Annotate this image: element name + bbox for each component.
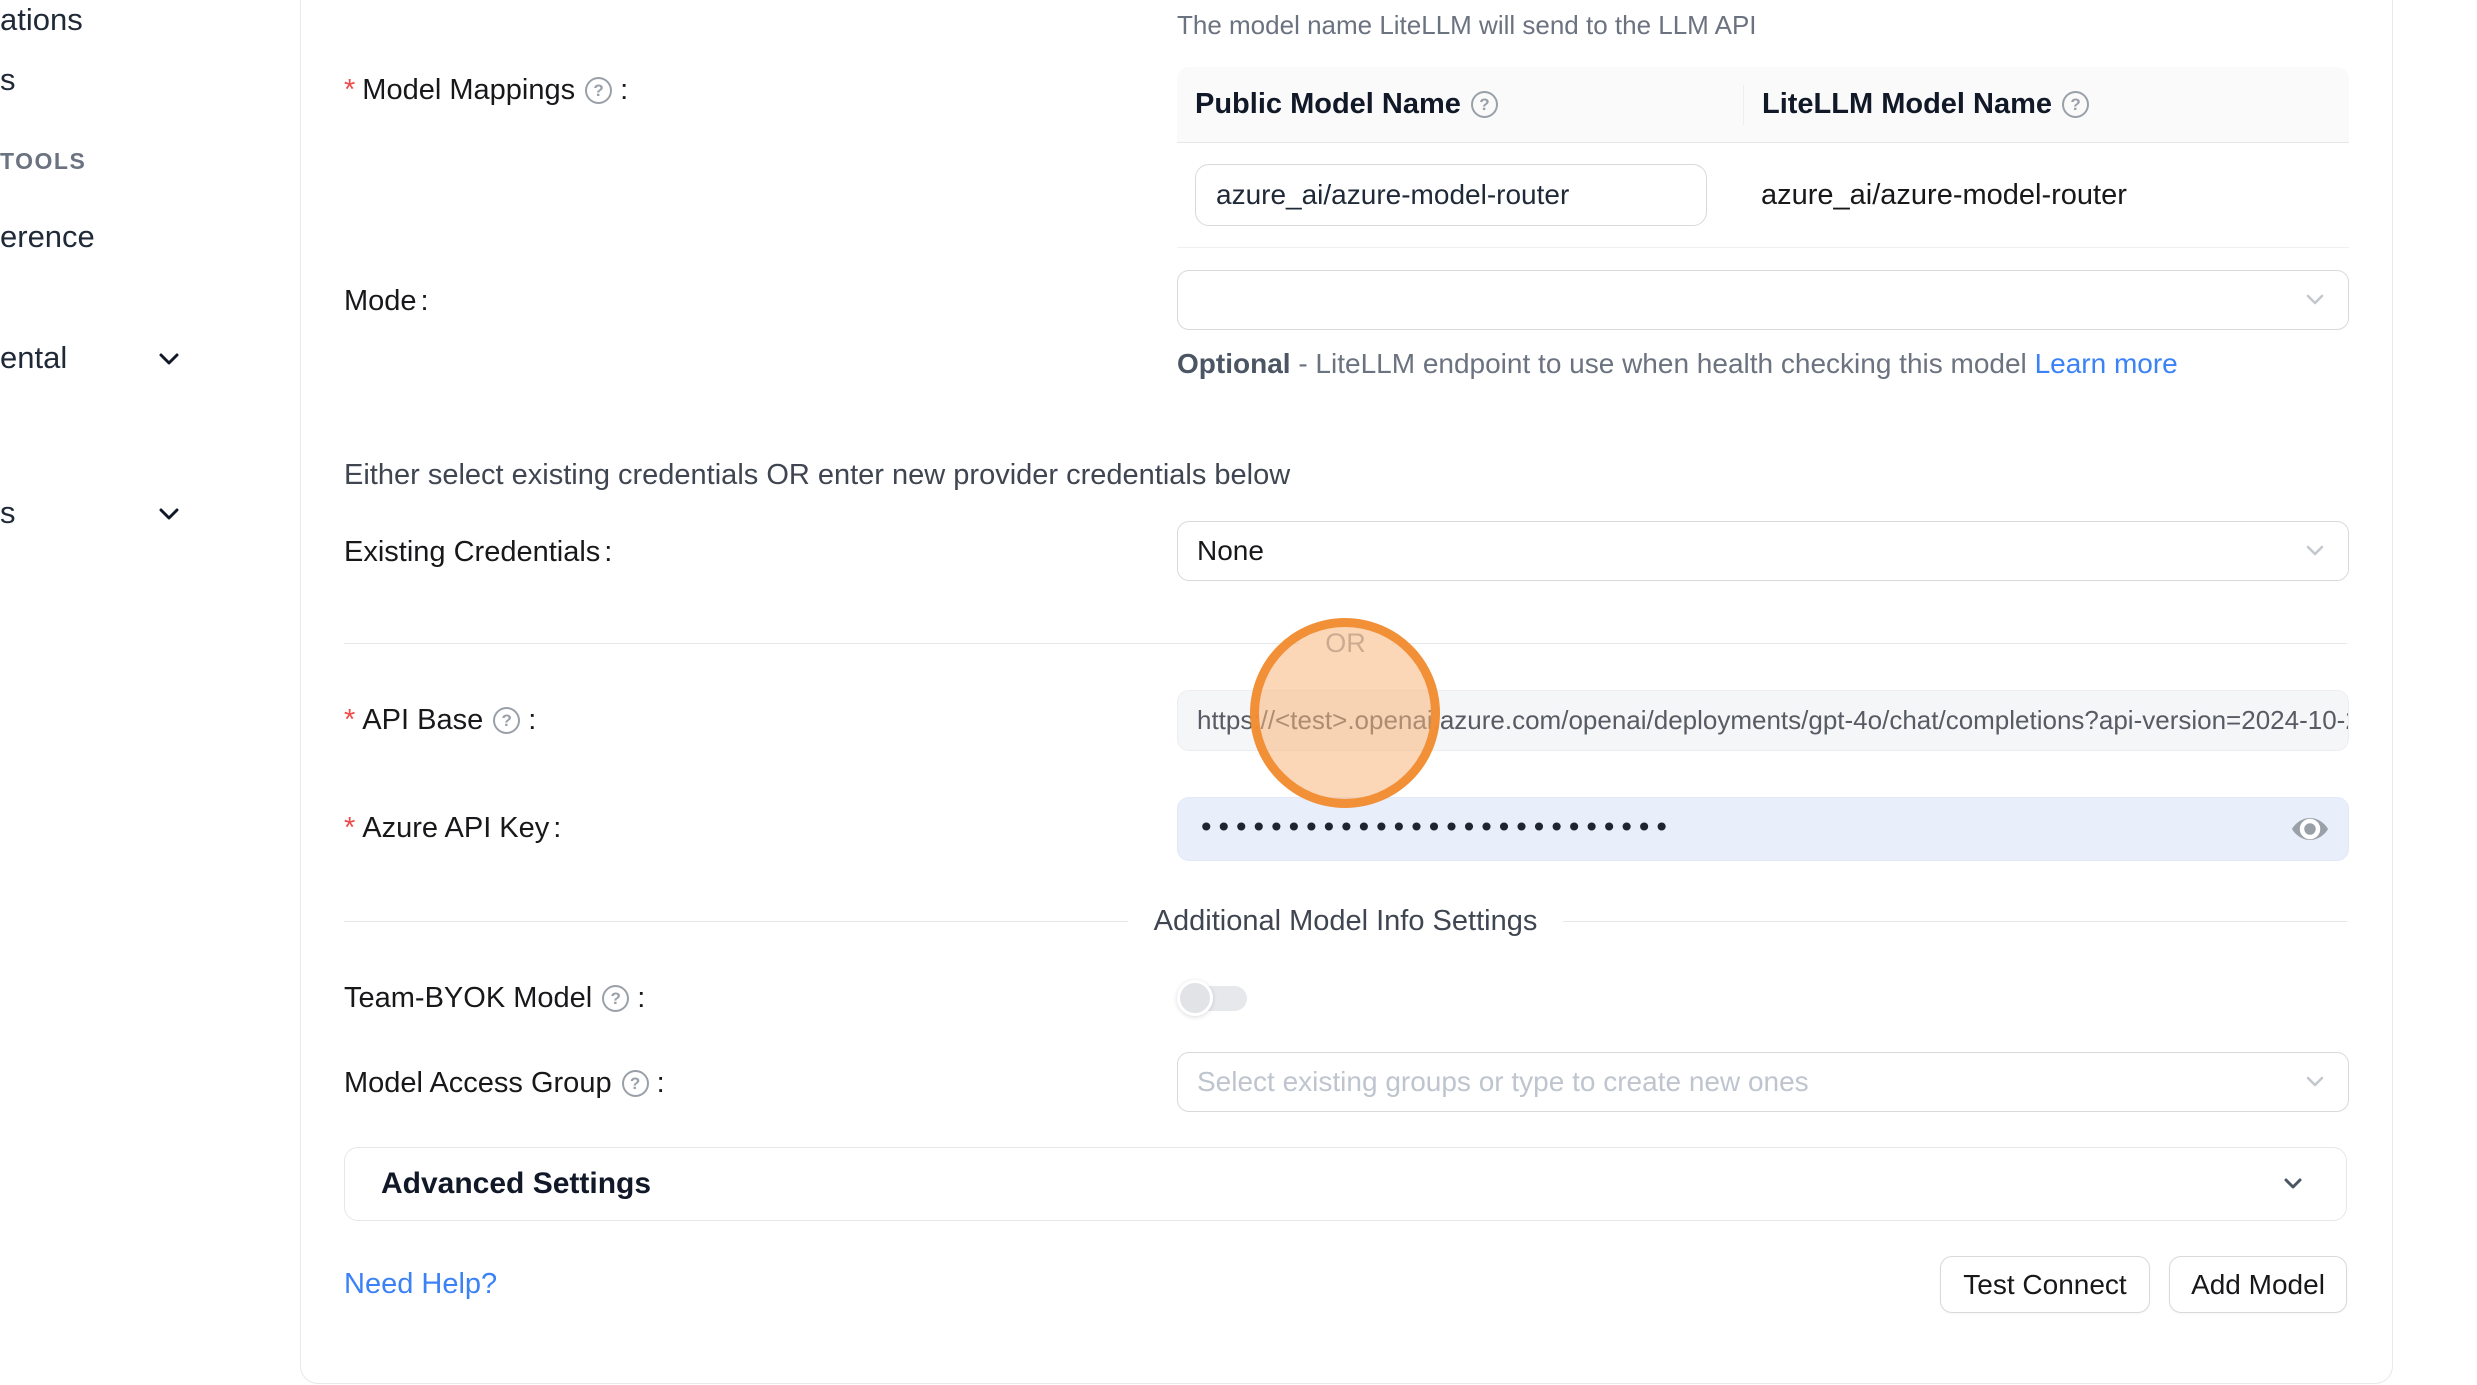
additional-settings-divider-text: Additional Model Info Settings xyxy=(1128,905,1564,938)
help-question-icon[interactable]: ? xyxy=(585,77,612,104)
existing-credentials-label: Existing Credentials : xyxy=(344,536,612,569)
required-asterisk: * xyxy=(344,74,355,107)
advanced-settings-panel[interactable]: Advanced Settings xyxy=(344,1147,2347,1221)
model-access-group-placeholder: Select existing groups or type to create… xyxy=(1197,1066,1809,1098)
column-public-model-name: Public Model Name xyxy=(1195,88,1461,121)
or-divider: OR xyxy=(344,623,2347,663)
required-asterisk: * xyxy=(344,812,355,845)
mode-help-text: Optional - LiteLLM endpoint to use when … xyxy=(1177,344,2257,384)
mode-select[interactable] xyxy=(1177,270,2349,330)
toggle-password-visibility-button[interactable] xyxy=(2286,805,2334,853)
chevron-down-icon xyxy=(2298,1065,2332,1099)
add-model-button[interactable]: Add Model xyxy=(2169,1256,2347,1313)
litellm-model-name-value: azure_ai/azure-model-router xyxy=(1743,179,2349,212)
sidebar-item-settings[interactable]: s xyxy=(0,495,16,531)
api-base-input[interactable]: https://<test>.openai.azure.com/openai/d… xyxy=(1177,690,2349,751)
test-connect-button[interactable]: Test Connect xyxy=(1940,1256,2150,1313)
help-question-icon[interactable]: ? xyxy=(2062,91,2089,118)
additional-settings-divider: Additional Model Info Settings xyxy=(344,901,2347,941)
sidebar-item-organizations[interactable]: ations xyxy=(0,2,83,38)
azure-api-key-label: * Azure API Key : xyxy=(344,812,561,845)
sidebar-item-inference[interactable]: erence xyxy=(0,219,95,255)
model-mappings-label: * Model Mappings ? : xyxy=(344,74,628,107)
eye-icon xyxy=(2288,807,2332,851)
team-byok-toggle[interactable] xyxy=(1177,978,1251,1018)
mode-label: Mode : xyxy=(344,285,429,318)
help-question-icon[interactable]: ? xyxy=(493,707,520,734)
existing-credentials-value: None xyxy=(1197,535,1264,567)
help-question-icon[interactable]: ? xyxy=(1471,91,1498,118)
help-question-icon[interactable]: ? xyxy=(622,1070,649,1097)
model-mappings-table: Public Model Name ? LiteLLM Model Name ?… xyxy=(1177,67,2349,248)
learn-more-link[interactable]: Learn more xyxy=(2035,348,2178,379)
masked-api-key-value: ••••••••••••••••••••••••••• xyxy=(1198,811,1671,844)
sidebar-section-tools: TOOLS xyxy=(0,148,86,175)
credentials-note: Either select existing credentials OR en… xyxy=(344,459,1290,492)
public-model-name-input[interactable] xyxy=(1195,164,1707,226)
existing-credentials-select[interactable]: None xyxy=(1177,521,2349,581)
model-access-group-select[interactable]: Select existing groups or type to create… xyxy=(1177,1052,2349,1112)
toggle-knob xyxy=(1177,980,1213,1016)
team-byok-label: Team-BYOK Model ? : xyxy=(344,982,645,1015)
model-mappings-table-header: Public Model Name ? LiteLLM Model Name ? xyxy=(1177,67,2349,143)
advanced-settings-title: Advanced Settings xyxy=(381,1167,2276,1201)
azure-api-key-input[interactable]: ••••••••••••••••••••••••••• xyxy=(1177,797,2349,861)
model-name-helper-text: The model name LiteLLM will send to the … xyxy=(1177,10,1757,41)
api-base-label: * API Base ? : xyxy=(344,704,536,737)
need-help-link[interactable]: Need Help? xyxy=(344,1268,497,1301)
or-divider-text: OR xyxy=(1299,628,1392,659)
sidebar-item[interactable]: s xyxy=(0,62,16,98)
chevron-down-icon xyxy=(2276,1167,2310,1201)
chevron-down-icon[interactable] xyxy=(152,497,186,531)
model-access-group-label: Model Access Group ? : xyxy=(344,1067,665,1100)
chevron-down-icon xyxy=(2298,283,2332,317)
chevron-down-icon[interactable] xyxy=(152,342,186,376)
table-row: azure_ai/azure-model-router xyxy=(1177,143,2349,248)
required-asterisk: * xyxy=(344,704,355,737)
chevron-down-icon xyxy=(2298,534,2332,568)
sidebar-item-experimental[interactable]: ental xyxy=(0,340,67,376)
help-question-icon[interactable]: ? xyxy=(602,985,629,1012)
column-litellm-model-name: LiteLLM Model Name xyxy=(1762,88,2052,121)
